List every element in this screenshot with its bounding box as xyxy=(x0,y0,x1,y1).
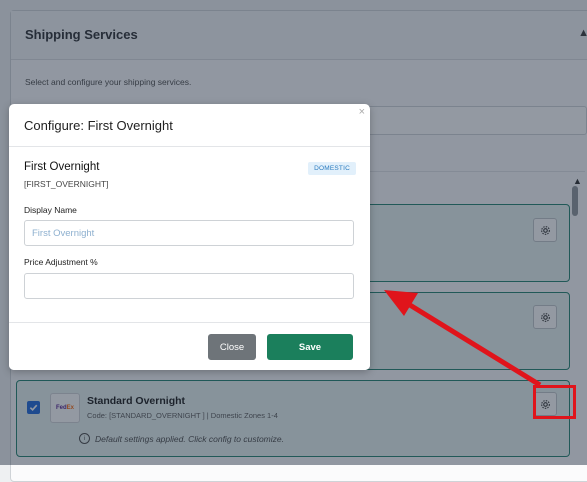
annotation-arrow xyxy=(384,290,542,388)
